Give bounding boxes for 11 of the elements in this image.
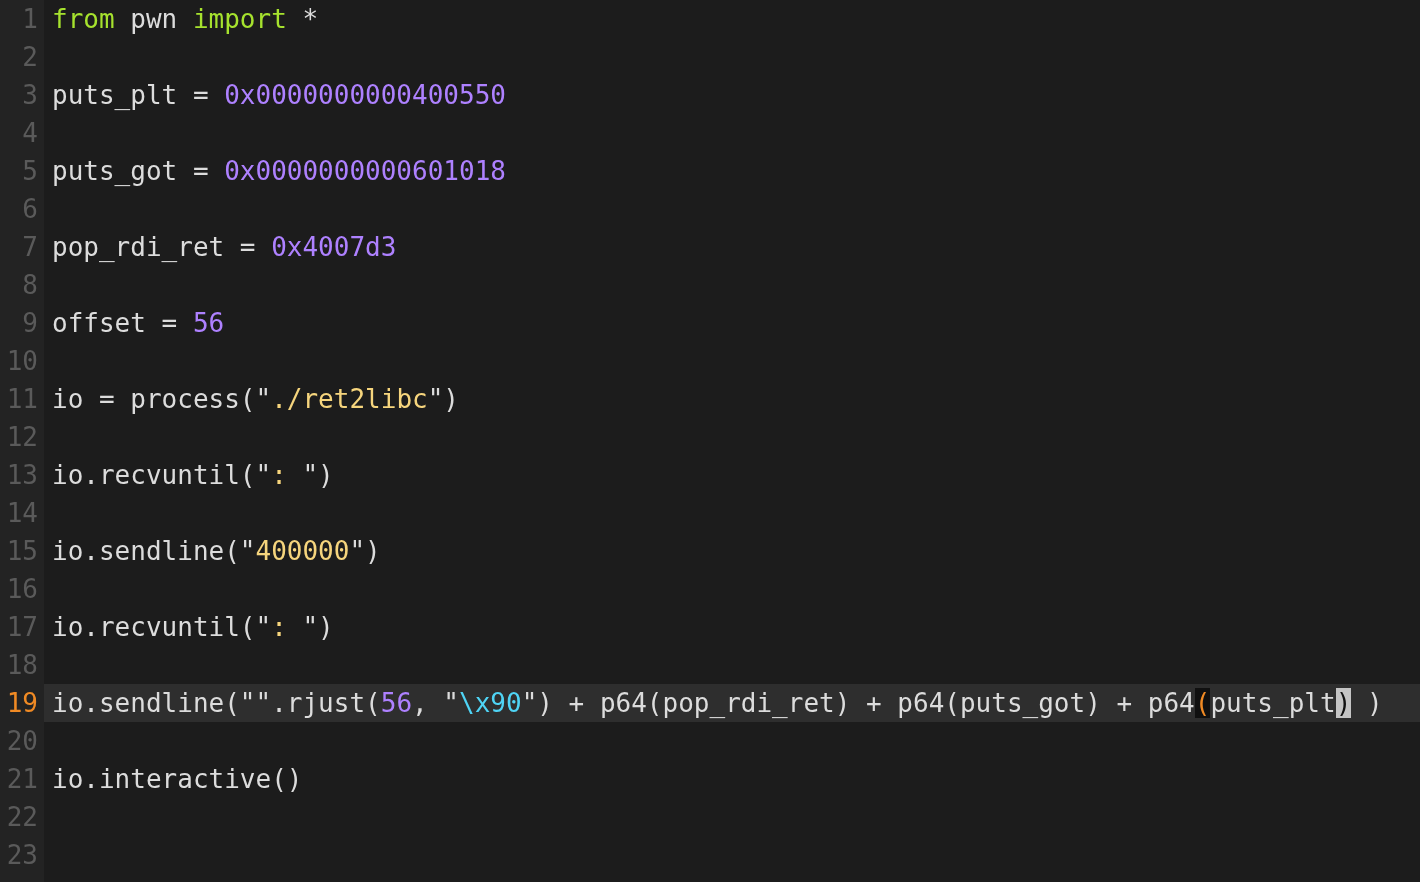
code-line: io.recvuntil(": ")	[51, 459, 335, 492]
code-line: pop_rdi_ret = 0x4007d3	[51, 231, 398, 264]
code-line: io = process("./ret2libc")	[51, 383, 460, 416]
code-line: io.recvuntil(": ")	[51, 611, 335, 644]
code-line: puts_got = 0x0000000000601018	[51, 155, 507, 188]
code-line: puts_plt = 0x0000000000400550	[51, 79, 507, 112]
line-number: 19	[5, 687, 39, 720]
code-line: io.interactive()	[51, 763, 304, 796]
code-line: from pwn import *	[51, 3, 320, 36]
code-line: offset = 56	[51, 307, 226, 340]
code-line: io.sendline("400000")	[51, 535, 382, 568]
